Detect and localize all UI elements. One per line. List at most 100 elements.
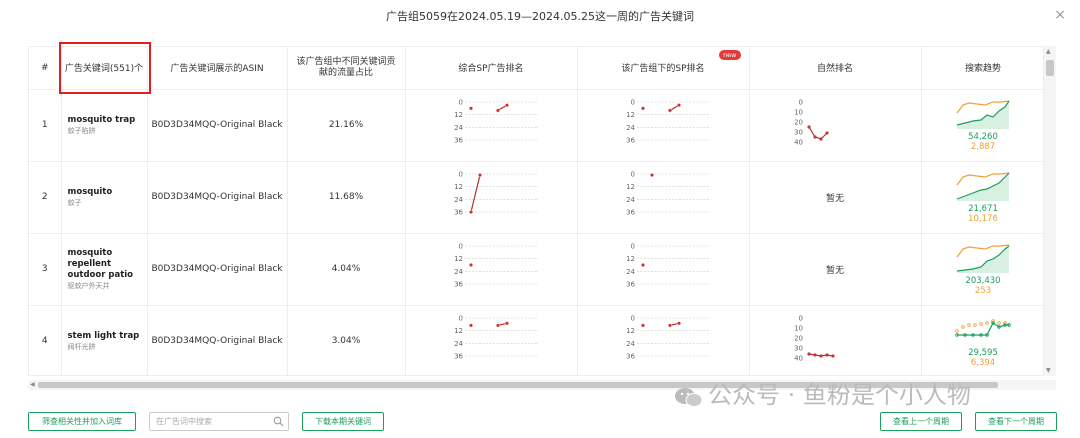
share-value: 4.04% <box>331 264 361 274</box>
trend-orange-point <box>973 322 977 327</box>
vertical-scroll-thumb[interactable] <box>1046 60 1054 76</box>
wechat-logo-icon <box>675 388 703 407</box>
next-period-button[interactable]: 查看下一个周期 <box>975 412 1057 431</box>
keyword-translation: 驱蚊户外天井 <box>67 281 110 290</box>
header-sp-rank: 综合SP广告排名 <box>405 47 578 90</box>
sp-rank-cell: 0 12 24 36 <box>405 161 578 234</box>
search-input[interactable]: 在广告词中搜索 <box>149 412 289 431</box>
trend-orange-point <box>979 321 983 326</box>
rank-tick-label: 0 <box>631 98 635 106</box>
search-placeholder: 在广告词中搜索 <box>156 417 212 426</box>
table-row[interactable]: 2 mosquito 蚊子 B0D3D34MQQ-Original Black 11.6… <box>29 161 1043 234</box>
rank-point <box>641 262 646 267</box>
sp-rank-chart: 0 12 24 36 <box>454 170 537 216</box>
trend-search-volume: 54,260 <box>968 131 998 142</box>
natural-tick-label: 0 <box>799 314 803 322</box>
rank-point <box>650 172 655 177</box>
sp-rank-cell: 0 12 24 36 <box>405 305 578 375</box>
share-cell: 3.04% <box>287 305 406 375</box>
rank-tick-label: 12 <box>454 111 463 119</box>
group-sp-rank-chart: 0 12 24 36 <box>626 98 709 144</box>
rank-point <box>469 209 474 214</box>
header-share: 该广告组中不同关键词贡献的流量占比 <box>287 47 406 90</box>
keyword-cell: mosquito 蚊子 <box>61 161 148 234</box>
rank-point <box>504 320 509 325</box>
keyword-text[interactable]: mosquito <box>68 187 147 198</box>
sp-rank-chart: 0 12 24 36 <box>454 314 537 360</box>
close-icon[interactable]: × <box>1054 6 1066 24</box>
rank-point <box>641 322 646 327</box>
rank-point <box>496 107 501 112</box>
rank-tick-label: 0 <box>459 170 463 178</box>
keyword-cell: mosquito repellent outdoor patio 驱蚊户外天井 <box>61 233 148 306</box>
scroll-down-icon[interactable]: ▼ <box>1046 367 1051 374</box>
row-index: 4 <box>41 336 48 346</box>
rank-point <box>668 107 673 112</box>
group-sp-rank-cell: 0 12 24 36 <box>577 89 750 162</box>
asin-text: B0D3D34MQQ-Original Black <box>151 336 283 346</box>
header-trend: 搜索趋势 <box>921 47 1043 90</box>
trend-orange-point <box>955 328 959 333</box>
rank-tick-label: 36 <box>454 136 463 144</box>
trend-cell: 29,595 6,394 <box>921 305 1043 375</box>
rank-tick-label: 0 <box>459 242 463 250</box>
search-trend-chart <box>956 243 1010 273</box>
search-trend-chart <box>956 99 1010 129</box>
vertical-scrollbar[interactable]: ▲ ▼ <box>1044 46 1056 376</box>
keyword-text[interactable]: stem light trap <box>68 331 147 342</box>
rank-tick-label: 36 <box>626 352 635 360</box>
table-row[interactable]: 4 stem light trap 阀杆光阱 B0D3D34MQQ-Original … <box>29 305 1043 375</box>
rank-tick-label: 0 <box>631 314 635 322</box>
keyword-dialog: 广告组5059在2024.05.19—2024.05.25这一周的广告关键词 ×… <box>0 0 1080 438</box>
watermark: 公众号 · 鱼粉是个小人物 <box>708 381 971 409</box>
row-index-cell: 3 <box>29 233 62 306</box>
keyword-cell: mosquito trap 蚊子陷阱 <box>61 89 148 162</box>
group-sp-rank-chart: 0 12 24 36 <box>626 170 709 216</box>
natural-tick-label: 30 <box>794 344 803 352</box>
natural-rank-point <box>813 352 817 357</box>
new-badge: new <box>719 50 741 60</box>
natural-rank-point <box>807 124 811 129</box>
scroll-left-icon[interactable]: ◀ <box>30 380 35 390</box>
rank-tick-label: 36 <box>454 208 463 216</box>
trend-orange-point <box>997 320 1001 325</box>
rank-point <box>676 102 681 107</box>
rank-tick-label: 36 <box>626 280 635 288</box>
header-index: # <box>29 47 62 90</box>
rank-tick-label: 24 <box>626 267 635 275</box>
natural-tick-label: 10 <box>794 324 803 332</box>
asin-cell: B0D3D34MQQ-Original Black <box>147 233 288 306</box>
rank-point <box>641 105 646 110</box>
natural-rank-point <box>819 136 823 141</box>
share-value: 3.04% <box>331 336 361 346</box>
natural-tick-label: 20 <box>794 118 803 126</box>
trend-secondary-value: 2,887 <box>970 141 996 152</box>
rank-series-line <box>470 174 481 212</box>
prev-period-button[interactable]: 查看上一个周期 <box>880 412 962 431</box>
keyword-text[interactable]: mosquito repellent outdoor patio <box>68 248 147 281</box>
rank-tick-label: 24 <box>626 195 635 203</box>
trend-search-volume: 29,595 <box>968 347 998 358</box>
scroll-up-icon[interactable]: ▲ <box>1046 48 1051 55</box>
asin-text: B0D3D34MQQ-Original Black <box>151 264 283 274</box>
table-row[interactable]: 3 mosquito repellent outdoor patio 驱蚊户外天井 B… <box>29 233 1043 306</box>
row-index: 3 <box>41 264 48 274</box>
group-sp-rank-chart: 0 12 24 36 <box>626 314 709 360</box>
keyword-cell: stem light trap 阀杆光阱 <box>61 305 148 375</box>
trend-green-line <box>957 321 1009 336</box>
search-icon[interactable] <box>273 416 284 427</box>
group-sp-rank-cell: 0 12 24 36 <box>577 161 750 234</box>
header-share-label: 该广告组中不同关键词贡献的流量占比 <box>296 56 396 78</box>
filter-add-button[interactable]: 筛查相关性并加入词库 <box>28 412 136 431</box>
natural-rank-cell: 0 10 20 30 40 <box>749 89 922 162</box>
asin-cell: B0D3D34MQQ-Original Black <box>147 161 288 234</box>
table-row[interactable]: 1 mosquito trap 蚊子陷阱 B0D3D34MQQ-Original Bl… <box>29 89 1043 162</box>
download-button[interactable]: 下载本期关键词 <box>302 412 384 431</box>
trend-green-area <box>957 245 1009 273</box>
keyword-text[interactable]: mosquito trap <box>68 115 147 126</box>
no-data-label: 暂无 <box>825 193 844 204</box>
keyword-table: # 广告关键词(551)个 广告关键词展示的ASIN 该广告组中不同关键词贡献的… <box>29 47 1043 375</box>
natural-tick-label: 20 <box>794 334 803 342</box>
trend-search-volume: 203,430 <box>965 275 1001 286</box>
rank-tick-label: 12 <box>626 255 635 263</box>
